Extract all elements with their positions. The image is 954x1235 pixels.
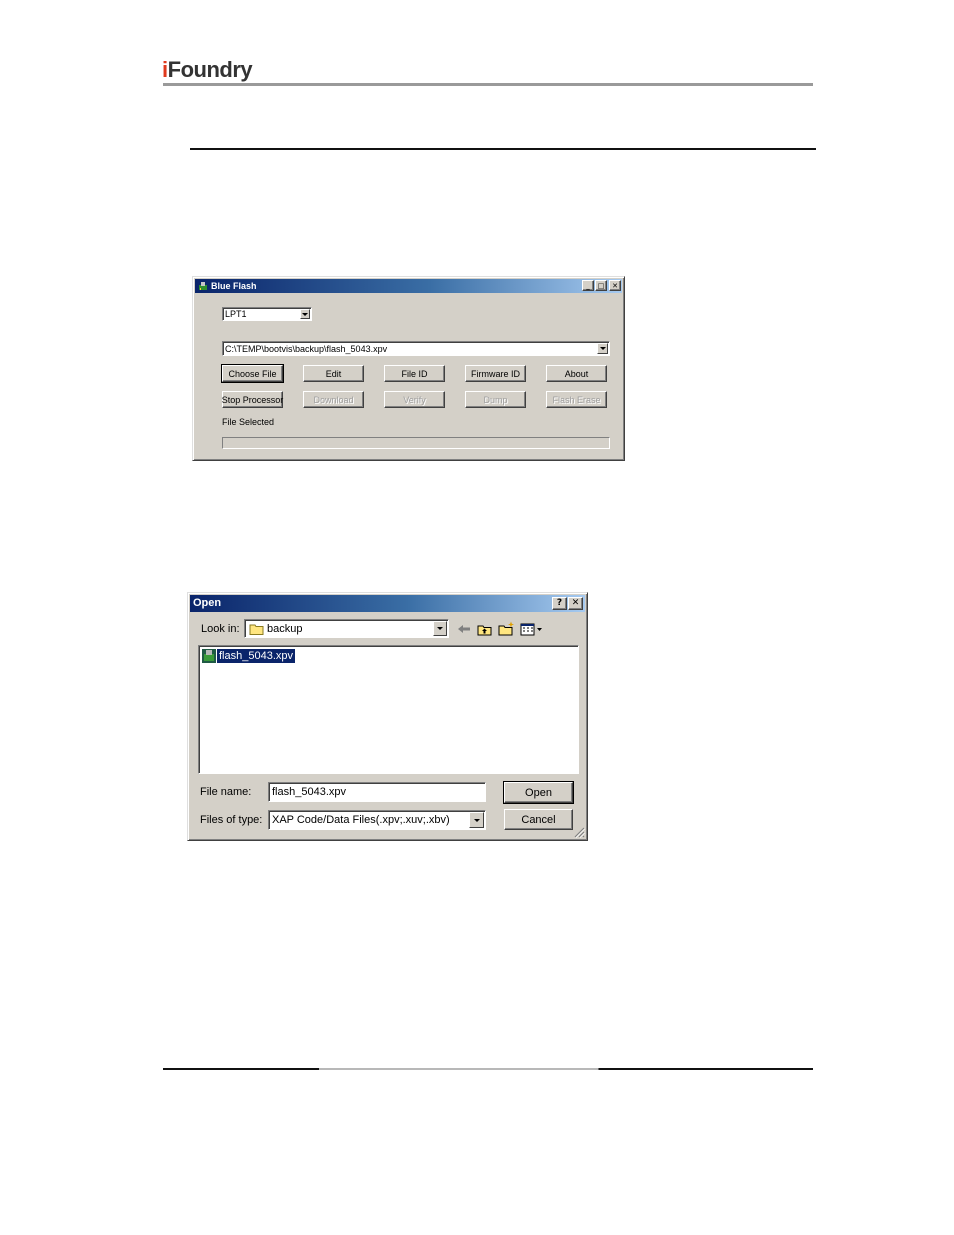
file-type-value: XAP Code/Data Files(.xpv;.xuv;.xbv) xyxy=(272,814,450,826)
file-path-value: C:\TEMP\bootvis\backup\flash_5043.xpv xyxy=(225,343,388,354)
maximize-button[interactable]: □ xyxy=(595,280,607,291)
file-list[interactable]: flash_5043.xpv xyxy=(198,645,579,774)
file-type-dropdown-button[interactable] xyxy=(469,812,484,828)
download-button[interactable]: Download xyxy=(303,391,364,408)
new-folder-button[interactable] xyxy=(497,620,515,637)
cancel-button[interactable]: Cancel xyxy=(504,809,573,830)
new-folder-icon xyxy=(498,621,514,636)
file-path-combo[interactable]: C:\TEMP\bootvis\backup\flash_5043.xpv xyxy=(222,341,610,356)
up-folder-button[interactable] xyxy=(476,621,492,637)
view-menu-icon xyxy=(520,623,542,635)
file-type-label: Files of type: xyxy=(200,814,263,826)
folder-icon xyxy=(249,624,264,635)
file-item-flash-5043[interactable]: flash_5043.xpv xyxy=(201,648,295,664)
port-dropdown-button[interactable] xyxy=(300,309,310,319)
open-dialog-titlebar[interactable]: Open ? ✕ xyxy=(190,595,585,612)
firmware-id-button[interactable]: Firmware ID xyxy=(465,365,526,382)
look-in-label: Look in: xyxy=(201,623,240,635)
file-id-button[interactable]: File ID xyxy=(384,365,445,382)
port-select[interactable]: LPT1 xyxy=(222,307,312,321)
file-name-value: flash_5043.xpv xyxy=(272,786,346,798)
up-folder-icon xyxy=(477,625,491,635)
logo-foundry: Foundry xyxy=(167,57,253,82)
close-button[interactable]: ✕ xyxy=(609,280,621,291)
file-name-input[interactable]: flash_5043.xpv xyxy=(268,782,486,802)
close-icon: ✕ xyxy=(612,281,618,290)
view-menu-button[interactable] xyxy=(519,621,543,637)
about-button[interactable]: About xyxy=(546,365,607,382)
chevron-down-icon xyxy=(473,818,480,822)
footer-rule xyxy=(163,1068,813,1070)
file-path-dropdown-button[interactable] xyxy=(597,343,608,354)
edit-button[interactable]: Edit xyxy=(303,365,364,382)
help-icon: ? xyxy=(556,598,563,608)
resize-grip-icon[interactable] xyxy=(573,826,585,838)
stop-processor-button[interactable]: Stop Processor xyxy=(222,391,283,408)
header-rule xyxy=(163,83,813,86)
choose-file-button[interactable]: Choose File xyxy=(221,364,284,383)
chevron-down-icon xyxy=(437,627,443,630)
file-name-label: File name: xyxy=(200,786,252,798)
minimize-button[interactable]: _ xyxy=(582,280,594,291)
progress-bar xyxy=(222,437,610,449)
file-item-name: flash_5043.xpv xyxy=(217,649,295,663)
back-arrow-icon xyxy=(458,625,470,633)
blue-flash-title: Blue Flash xyxy=(211,281,257,291)
open-file-dialog: Open ? ✕ Look in: backup flash_5043.xpv … xyxy=(187,592,588,841)
look-in-value: backup xyxy=(267,622,303,635)
ifoundry-logo: iFoundry xyxy=(162,56,253,84)
status-text: File Selected xyxy=(222,417,275,427)
chevron-down-icon xyxy=(302,312,308,316)
look-in-dropdown-button[interactable] xyxy=(433,621,447,636)
xpv-file-icon xyxy=(202,649,216,663)
open-button[interactable]: Open xyxy=(503,781,574,804)
blue-flash-titlebar[interactable]: Blue Flash _ □ ✕ xyxy=(195,279,622,293)
close-button[interactable]: ✕ xyxy=(568,597,583,610)
maximize-icon: □ xyxy=(597,281,605,290)
blue-flash-window: Blue Flash _ □ ✕ LPT1 C:\TEMP\bootvis\ba… xyxy=(192,276,625,461)
section-rule xyxy=(190,148,816,150)
flash-erase-button[interactable]: Flash Erase xyxy=(546,391,607,408)
back-button[interactable] xyxy=(456,622,472,636)
look-in-combo[interactable]: backup xyxy=(244,619,449,638)
blue-flash-app-icon xyxy=(199,282,207,290)
open-dialog-title: Open xyxy=(193,597,222,609)
dump-button[interactable]: Dump xyxy=(465,391,526,408)
file-type-select[interactable]: XAP Code/Data Files(.xpv;.xuv;.xbv) xyxy=(268,810,486,830)
minimize-icon: _ xyxy=(586,281,590,290)
help-button[interactable]: ? xyxy=(552,597,567,610)
port-value: LPT1 xyxy=(225,309,247,319)
close-icon: ✕ xyxy=(571,598,580,608)
verify-button[interactable]: Verify xyxy=(384,391,445,408)
chevron-down-icon xyxy=(599,347,606,350)
